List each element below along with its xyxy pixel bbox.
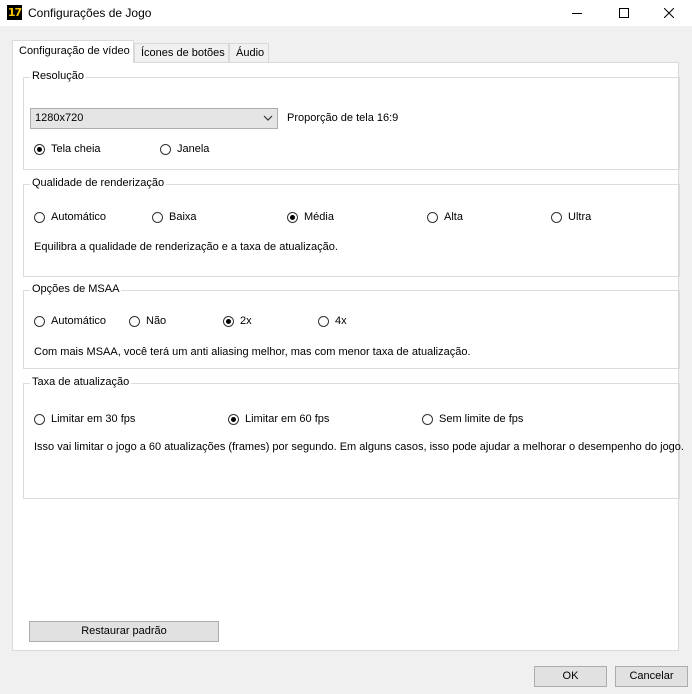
radio-indicator xyxy=(34,211,45,223)
radio-label: Ultra xyxy=(568,211,592,223)
maximize-button[interactable] xyxy=(601,0,647,26)
radio-indicator xyxy=(422,413,433,425)
radio-msaa-off[interactable]: Não xyxy=(129,315,166,327)
radio-indicator xyxy=(34,143,45,155)
radio-msaa-4x[interactable]: 4x xyxy=(318,315,347,327)
radio-label: Limitar em 60 fps xyxy=(245,413,330,425)
app-logo-icon: 17 xyxy=(7,5,22,20)
chevron-down-icon xyxy=(263,115,273,121)
radio-indicator xyxy=(34,315,45,327)
radio-quality-ultra[interactable]: Ultra xyxy=(551,211,591,223)
resolution-legend: Resolução xyxy=(30,70,86,82)
framerate-legend: Taxa de atualização xyxy=(30,376,132,388)
radio-indicator xyxy=(551,211,562,223)
radio-fps-30[interactable]: Limitar em 30 fps xyxy=(34,413,135,425)
radio-label: Alta xyxy=(444,211,463,223)
radio-indicator xyxy=(223,315,234,327)
render-quality-group: Qualidade de renderização Automático Bai… xyxy=(23,177,680,277)
cancel-button[interactable]: Cancelar xyxy=(615,666,688,687)
title-bar: 17 Configurações de Jogo xyxy=(0,0,692,26)
framerate-description: Isso vai limitar o jogo a 60 atualizaçõe… xyxy=(34,441,684,453)
framerate-group: Taxa de atualização Limitar em 30 fps Li… xyxy=(23,376,684,499)
msaa-group: Opções de MSAA Automático Não 2x 4x Com … xyxy=(23,283,680,369)
radio-indicator xyxy=(34,413,45,425)
resolution-value: 1280x720 xyxy=(35,112,84,124)
radio-label: Baixa xyxy=(169,211,197,223)
radio-quality-high[interactable]: Alta xyxy=(427,211,463,223)
radio-indicator xyxy=(152,211,163,223)
resolution-group: Resolução 1280x720 Proporção de tela 16:… xyxy=(23,70,680,170)
window-title: Configurações de Jogo xyxy=(28,6,152,20)
radio-label: Janela xyxy=(177,143,210,155)
render-quality-legend: Qualidade de renderização xyxy=(30,177,167,189)
aspect-ratio-label: Proporção de tela 16:9 xyxy=(287,112,399,124)
msaa-description: Com mais MSAA, você terá um anti aliasin… xyxy=(34,346,471,358)
radio-indicator xyxy=(427,211,438,223)
radio-indicator xyxy=(228,413,239,425)
radio-quality-auto[interactable]: Automático xyxy=(34,211,106,223)
tab-label: Áudio xyxy=(236,47,265,59)
radio-indicator xyxy=(287,211,298,223)
tab-label: Configuração de vídeo xyxy=(19,45,130,57)
minimize-button[interactable] xyxy=(554,0,600,26)
radio-label: 4x xyxy=(335,315,347,327)
radio-label: Não xyxy=(146,315,167,327)
minimize-icon xyxy=(572,13,582,14)
tab-button-icons[interactable]: Ícones de botões xyxy=(134,43,229,62)
radio-label: Automático xyxy=(51,315,107,327)
radio-indicator xyxy=(318,315,329,327)
video-settings-panel: Resolução 1280x720 Proporção de tela 16:… xyxy=(12,62,684,651)
msaa-legend: Opções de MSAA xyxy=(30,283,122,295)
radio-quality-low[interactable]: Baixa xyxy=(152,211,197,223)
restore-defaults-button[interactable]: Restaurar padrão xyxy=(29,621,219,642)
radio-label: Média xyxy=(304,211,334,223)
radio-fps-60[interactable]: Limitar em 60 fps xyxy=(228,413,329,425)
tab-video-settings[interactable]: Configuração de vídeo xyxy=(12,40,134,63)
radio-windowed[interactable]: Janela xyxy=(160,143,209,155)
radio-fps-unlimited[interactable]: Sem limite de fps xyxy=(422,413,523,425)
radio-indicator xyxy=(129,315,140,327)
radio-msaa-auto[interactable]: Automático xyxy=(34,315,106,327)
tab-audio[interactable]: Áudio xyxy=(229,43,269,62)
radio-msaa-2x[interactable]: 2x xyxy=(223,315,252,327)
radio-label: Automático xyxy=(51,211,107,223)
close-icon xyxy=(664,8,674,18)
radio-indicator xyxy=(160,143,171,155)
radio-label: Tela cheia xyxy=(51,143,101,155)
resolution-select[interactable]: 1280x720 xyxy=(30,108,278,129)
maximize-icon xyxy=(619,8,629,18)
close-button[interactable] xyxy=(646,0,692,26)
radio-label: Limitar em 30 fps xyxy=(51,413,136,425)
radio-quality-medium[interactable]: Média xyxy=(287,211,334,223)
radio-label: 2x xyxy=(240,315,252,327)
radio-label: Sem limite de fps xyxy=(439,413,524,425)
ok-button[interactable]: OK xyxy=(534,666,607,687)
tab-label: Ícones de botões xyxy=(141,47,225,59)
radio-fullscreen[interactable]: Tela cheia xyxy=(34,143,101,155)
render-quality-description: Equilibra a qualidade de renderização e … xyxy=(34,241,338,253)
